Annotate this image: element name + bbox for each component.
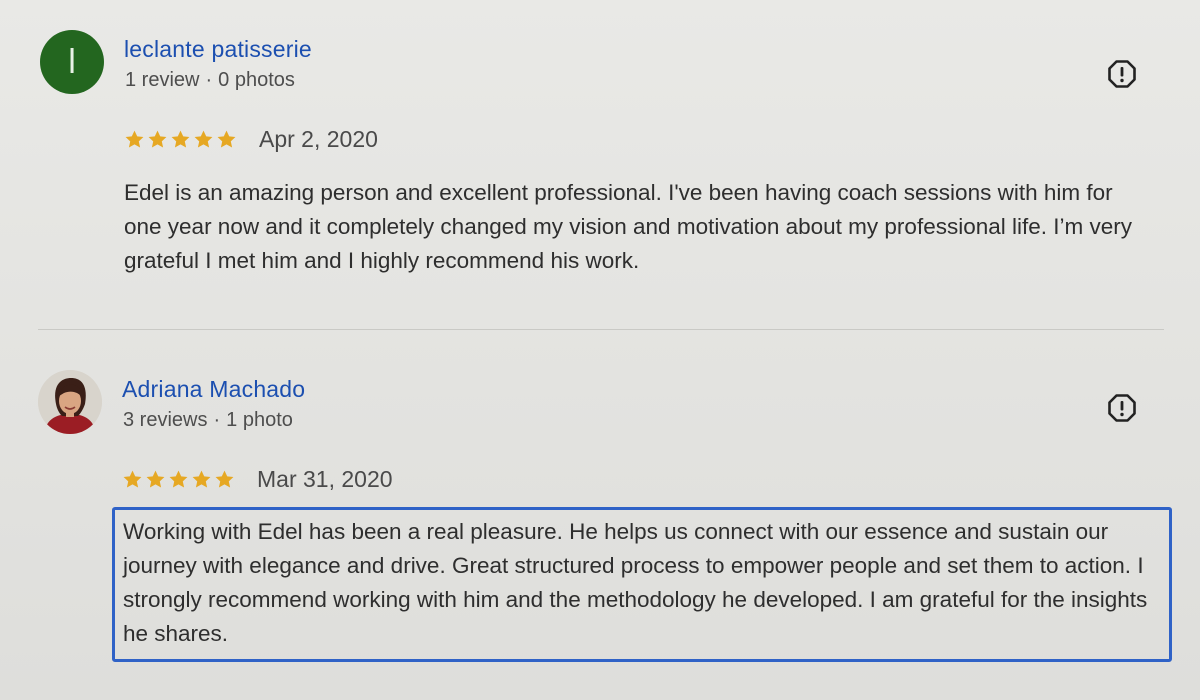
rating-row: Apr 2, 2020 <box>124 126 378 153</box>
reviewer-name[interactable]: Adriana Machado <box>122 376 305 403</box>
review-card: l leclante patisserie 1 review · 0 photos … <box>0 0 1200 325</box>
reviewer-avatar[interactable]: l <box>40 30 104 94</box>
photo-count: 0 photos <box>218 69 295 91</box>
star-icon <box>146 470 165 488</box>
meta-separator: · <box>205 69 213 91</box>
star-icon <box>169 470 188 488</box>
meta-separator: · <box>213 409 221 431</box>
star-icon <box>171 130 190 148</box>
star-icon <box>215 470 234 488</box>
star-rating <box>122 469 235 490</box>
report-icon[interactable] <box>1107 59 1137 89</box>
reviewer-name[interactable]: leclante patisserie <box>124 36 312 63</box>
review-text-selected[interactable]: Working with Edel has been a real pleasu… <box>112 507 1172 662</box>
star-rating <box>124 129 237 150</box>
review-divider <box>38 329 1164 330</box>
profile-photo-icon <box>38 370 102 434</box>
avatar-letter: l <box>68 42 76 81</box>
reviewer-avatar[interactable] <box>38 370 102 434</box>
star-icon <box>217 130 236 148</box>
review-count: 1 review <box>125 69 200 91</box>
reviewer-meta: 1 review · 0 photos <box>125 69 295 92</box>
review-date: Apr 2, 2020 <box>259 126 378 152</box>
rating-row: Mar 31, 2020 <box>122 466 393 493</box>
report-icon[interactable] <box>1107 393 1137 423</box>
reviewer-meta: 3 reviews · 1 photo <box>123 409 293 432</box>
star-icon <box>194 130 213 148</box>
star-icon <box>125 130 144 148</box>
photo-count: 1 photo <box>226 409 293 431</box>
review-card: Adriana Machado 3 reviews · 1 photo Mar 31… <box>0 340 1200 700</box>
star-icon <box>192 470 211 488</box>
review-date: Mar 31, 2020 <box>257 466 393 492</box>
review-count: 3 reviews <box>123 409 208 431</box>
star-icon <box>148 130 167 148</box>
star-icon <box>123 470 142 488</box>
review-text: Edel is an amazing person and excellent … <box>124 180 1133 273</box>
